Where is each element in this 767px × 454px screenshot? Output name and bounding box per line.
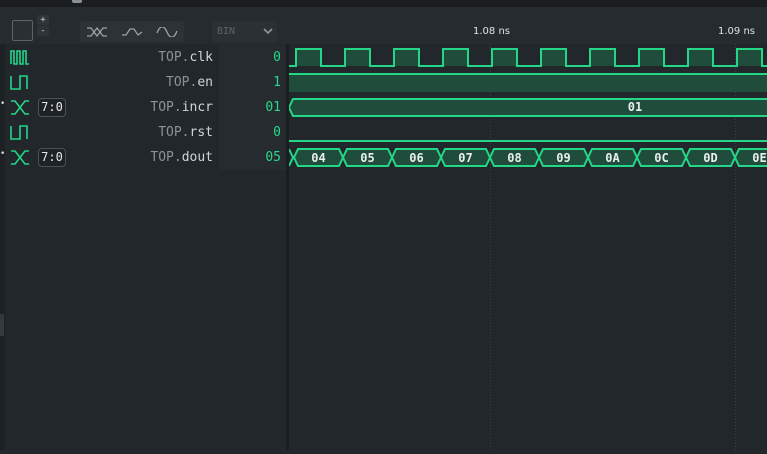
bus-icon xyxy=(87,26,107,37)
dout-bus-value: 0C xyxy=(654,151,668,165)
bit-signal-icon xyxy=(10,75,28,90)
signal-value-cell: 1 xyxy=(219,70,286,95)
signal-row-dout[interactable]: • 7:0 TOP.dout 05 xyxy=(0,145,286,170)
signal-value: 01 xyxy=(265,100,281,115)
radix-select[interactable]: BIN xyxy=(212,21,277,42)
dout-bus-value: 0A xyxy=(605,151,620,165)
analog-format-button[interactable] xyxy=(115,21,149,42)
signal-name: TOP.clk xyxy=(158,50,213,65)
bus-width-badge: 7:0 xyxy=(38,148,66,167)
dout-bus-value: 04 xyxy=(311,151,325,165)
signal-row-rst[interactable]: TOP.rst 0 xyxy=(5,120,286,145)
color-swatch-button[interactable] xyxy=(12,20,33,41)
bus-signal-icon xyxy=(11,100,29,115)
signal-value-cell: 05 xyxy=(219,145,286,170)
expand-marker[interactable]: • xyxy=(0,100,5,109)
signal-value: 0 xyxy=(273,50,281,65)
dout-bus-value: 0E xyxy=(752,151,766,165)
time-label: 1.08 ns xyxy=(473,26,510,37)
signal-value: 0 xyxy=(273,125,281,140)
dout-waveform: 04 05 06 07 08 09 0A 0C 0D 0E xyxy=(288,148,767,167)
bit-signal-icon xyxy=(10,125,28,140)
time-axis: 1.08 ns 1.09 ns xyxy=(289,26,767,44)
zoom-in-button[interactable]: + xyxy=(37,15,49,25)
signal-name: TOP.dout xyxy=(150,150,213,165)
incr-bus-value: 01 xyxy=(628,100,642,114)
signal-value-cell: 0 xyxy=(219,120,286,145)
signal-name: TOP.incr xyxy=(150,100,213,115)
expand-marker[interactable]: • xyxy=(0,150,5,159)
signal-value-cell: 01 xyxy=(219,95,286,120)
time-label: 1.09 ns xyxy=(718,26,755,37)
zoom-out-button[interactable]: - xyxy=(37,26,49,36)
signal-name: TOP.en xyxy=(166,75,213,90)
title-strip xyxy=(0,0,767,7)
clk-waveform xyxy=(289,48,767,67)
dout-bus-value: 06 xyxy=(409,151,423,165)
dout-bus-segment xyxy=(288,148,295,167)
resize-knob[interactable] xyxy=(0,314,4,336)
en-waveform-fill xyxy=(289,75,767,92)
signal-value: 1 xyxy=(273,75,281,90)
signal-row-clk[interactable]: TOP.clk 0 xyxy=(5,45,286,70)
radix-select-value: BIN xyxy=(217,26,236,37)
signal-name: TOP.rst xyxy=(158,125,213,140)
signal-row-incr[interactable]: • 7:0 TOP.incr 01 xyxy=(0,95,286,120)
signal-row-en[interactable]: TOP.en 1 xyxy=(5,70,286,95)
dout-bus-value: 07 xyxy=(458,151,472,165)
dout-bus-value: 09 xyxy=(556,151,570,165)
sine-wave-icon xyxy=(156,26,178,37)
dout-bus-value: 08 xyxy=(507,151,521,165)
signal-value: 05 xyxy=(265,150,281,165)
incr-bus-segment xyxy=(287,98,767,117)
signal-value-cell: 0 xyxy=(219,45,286,70)
bus-width-badge: 7:0 xyxy=(38,98,66,117)
waveform-pane[interactable]: 01 04 05 06 07 08 09 0A 0C 0D 0E xyxy=(287,44,767,450)
bus-format-button[interactable] xyxy=(80,21,114,42)
format-button-group xyxy=(80,21,184,42)
dout-bus-value: 05 xyxy=(360,151,374,165)
step-wave-icon xyxy=(122,27,143,36)
tab-stub[interactable] xyxy=(72,0,82,3)
clock-signal-icon xyxy=(10,50,29,65)
sine-format-button[interactable] xyxy=(150,21,184,42)
dout-bus-value: 0D xyxy=(703,151,717,165)
bus-signal-icon xyxy=(11,150,29,165)
waveform-canvas[interactable]: 01 04 05 06 07 08 09 0A 0C 0D 0E xyxy=(287,44,767,450)
